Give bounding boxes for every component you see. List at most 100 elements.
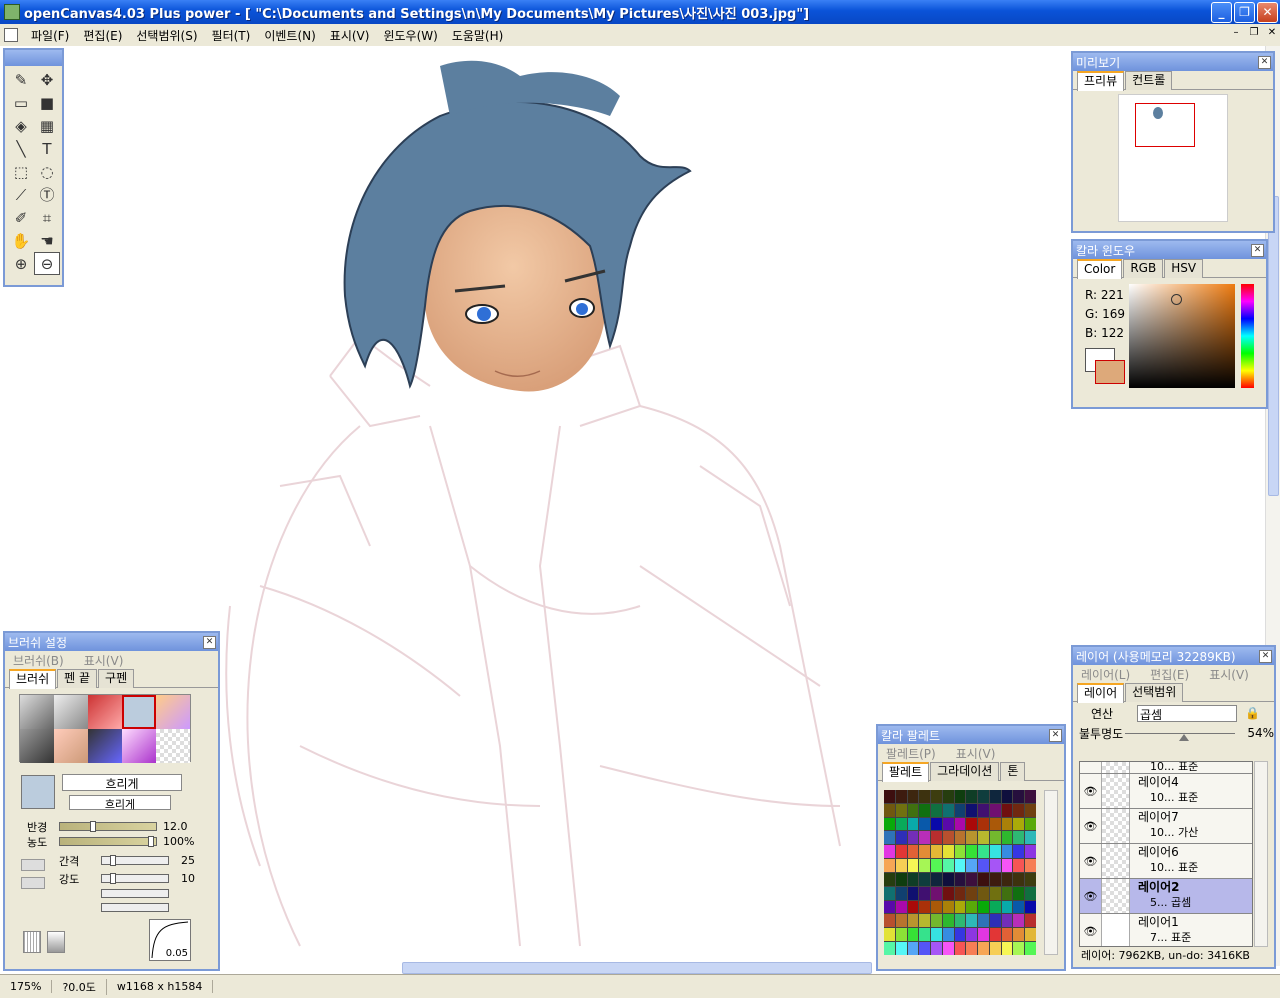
brush-grid[interactable] bbox=[19, 694, 191, 763]
visibility-eye-icon[interactable]: 👁 bbox=[1080, 844, 1102, 878]
horizontal-scroll-thumb[interactable] bbox=[402, 962, 872, 974]
palette-swatch[interactable] bbox=[895, 803, 907, 817]
palette-swatch[interactable] bbox=[907, 942, 919, 955]
palette-swatch[interactable] bbox=[1025, 859, 1036, 872]
palette-swatch[interactable] bbox=[919, 900, 931, 914]
zoom-in-tool-icon[interactable]: ⊕ bbox=[8, 252, 34, 275]
palette-swatch[interactable] bbox=[907, 872, 919, 886]
palette-swatch[interactable] bbox=[1013, 942, 1025, 955]
layers-close-icon[interactable]: ✕ bbox=[1259, 649, 1272, 663]
palette-swatch[interactable] bbox=[884, 942, 895, 955]
palette-swatch[interactable] bbox=[1013, 914, 1025, 928]
palette-swatch[interactable] bbox=[884, 859, 895, 872]
palette-swatch[interactable] bbox=[966, 831, 978, 845]
palette-swatch[interactable] bbox=[1001, 790, 1013, 803]
palette-swatch[interactable] bbox=[1013, 831, 1025, 845]
palette-swatch[interactable] bbox=[966, 803, 978, 817]
palette-swatch[interactable] bbox=[907, 817, 919, 831]
palette-swatch[interactable] bbox=[895, 914, 907, 928]
menu-window[interactable]: 윈도우(W) bbox=[376, 27, 444, 44]
brush-empty-slot[interactable] bbox=[156, 729, 190, 763]
palette-swatch[interactable] bbox=[942, 817, 954, 831]
palette-swatch[interactable] bbox=[931, 942, 942, 955]
palette-swatch[interactable] bbox=[978, 942, 989, 955]
palette-swatch[interactable] bbox=[1025, 928, 1036, 942]
move-tool-icon[interactable]: ✥ bbox=[34, 68, 60, 91]
palette-swatch[interactable] bbox=[1025, 817, 1036, 831]
palette-swatch[interactable] bbox=[931, 914, 942, 928]
lasso-tool-icon[interactable]: ◌ bbox=[34, 160, 60, 183]
palette-swatch[interactable] bbox=[989, 886, 1001, 900]
toolbox-header[interactable] bbox=[5, 50, 62, 66]
palette-swatch[interactable] bbox=[1001, 803, 1013, 817]
palette-swatch[interactable] bbox=[978, 900, 989, 914]
menu-event[interactable]: 이벤트(N) bbox=[257, 27, 322, 44]
palette-swatch[interactable] bbox=[942, 914, 954, 928]
palette-swatch[interactable] bbox=[884, 845, 895, 859]
palette-swatch[interactable] bbox=[919, 928, 931, 942]
palette-swatch[interactable] bbox=[978, 928, 989, 942]
palette-swatch[interactable] bbox=[942, 845, 954, 859]
brush-menu-brush[interactable]: 브러쉬(B) bbox=[13, 652, 64, 669]
palette-swatch[interactable] bbox=[942, 942, 954, 955]
brush-type-field[interactable]: 흐리게 bbox=[69, 795, 171, 811]
brush-close-icon[interactable]: ✕ bbox=[203, 635, 216, 649]
palette-swatch[interactable] bbox=[919, 859, 931, 872]
palette-swatch[interactable] bbox=[942, 872, 954, 886]
palette-swatch[interactable] bbox=[931, 790, 942, 803]
palette-swatch[interactable] bbox=[1025, 845, 1036, 859]
palette-swatch[interactable] bbox=[954, 914, 966, 928]
palette-swatch[interactable] bbox=[1025, 831, 1036, 845]
blend-mode-select[interactable]: 곱셈 bbox=[1137, 704, 1237, 722]
palette-swatch[interactable] bbox=[884, 831, 895, 845]
brush-blur-icon[interactable] bbox=[122, 695, 156, 729]
palette-swatch[interactable] bbox=[978, 790, 989, 803]
maximize-button[interactable]: ❐ bbox=[1234, 1, 1255, 23]
brush-menu-view[interactable]: 표시(V) bbox=[84, 652, 124, 669]
palette-swatch[interactable] bbox=[884, 790, 895, 803]
palette-swatch[interactable] bbox=[942, 790, 954, 803]
palette-swatch[interactable] bbox=[989, 817, 1001, 831]
palette-menu-view[interactable]: 표시(V) bbox=[956, 745, 996, 762]
palette-swatch[interactable] bbox=[884, 928, 895, 942]
tab-old-pen[interactable]: 구펜 bbox=[98, 669, 135, 688]
tab-brush[interactable]: 브러쉬 bbox=[9, 669, 57, 689]
palette-swatch[interactable] bbox=[919, 803, 931, 817]
palette-swatch[interactable] bbox=[895, 900, 907, 914]
color-picker-cursor[interactable] bbox=[1171, 294, 1182, 305]
palette-swatch[interactable] bbox=[1013, 817, 1025, 831]
palette-menu-palette[interactable]: 팔레트(P) bbox=[886, 745, 936, 762]
close-button[interactable]: ✕ bbox=[1257, 1, 1278, 23]
palette-swatch[interactable] bbox=[1013, 886, 1025, 900]
palette-swatch[interactable] bbox=[919, 817, 931, 831]
palette-swatch[interactable] bbox=[907, 831, 919, 845]
layer-row-selected[interactable]: 👁 레이어2 5... 곱셈 bbox=[1080, 879, 1252, 914]
palette-swatch[interactable] bbox=[954, 886, 966, 900]
pen-tool-icon[interactable]: ✎ bbox=[8, 68, 34, 91]
palette-swatch[interactable] bbox=[989, 803, 1001, 817]
zoom-out-tool-icon[interactable]: ⊖ bbox=[34, 252, 60, 275]
palette-swatch[interactable] bbox=[942, 859, 954, 872]
crop-tool-icon[interactable]: ⌗ bbox=[34, 206, 60, 229]
palette-swatch[interactable] bbox=[966, 845, 978, 859]
palette-swatch[interactable] bbox=[895, 790, 907, 803]
fill-rect-tool-icon[interactable]: ■ bbox=[34, 91, 60, 114]
palette-swatch[interactable] bbox=[907, 859, 919, 872]
palette-swatch[interactable] bbox=[884, 803, 895, 817]
palette-swatch[interactable] bbox=[1025, 803, 1036, 817]
mdi-minimize-button[interactable]: – bbox=[1228, 27, 1244, 41]
texture-gradient-icon[interactable] bbox=[47, 931, 65, 953]
palette-swatch[interactable] bbox=[895, 817, 907, 831]
radius-slider[interactable] bbox=[59, 821, 157, 832]
brush-paint-icon[interactable] bbox=[88, 695, 122, 729]
layer-row[interactable]: 👁 레이어6 10... 표준 bbox=[1080, 844, 1252, 879]
rotate-hand-tool-icon[interactable]: ☚ bbox=[34, 229, 60, 252]
palette-swatch[interactable] bbox=[954, 803, 966, 817]
spacing-slider[interactable] bbox=[101, 855, 169, 866]
gradient-tool-icon[interactable]: ▦ bbox=[34, 114, 60, 137]
document-icon[interactable] bbox=[4, 28, 18, 42]
preview-viewport-rect[interactable] bbox=[1135, 103, 1195, 147]
palette-swatch[interactable] bbox=[1013, 845, 1025, 859]
palette-swatch[interactable] bbox=[907, 928, 919, 942]
eyedropper-tool-icon[interactable]: ✐ bbox=[8, 206, 34, 229]
